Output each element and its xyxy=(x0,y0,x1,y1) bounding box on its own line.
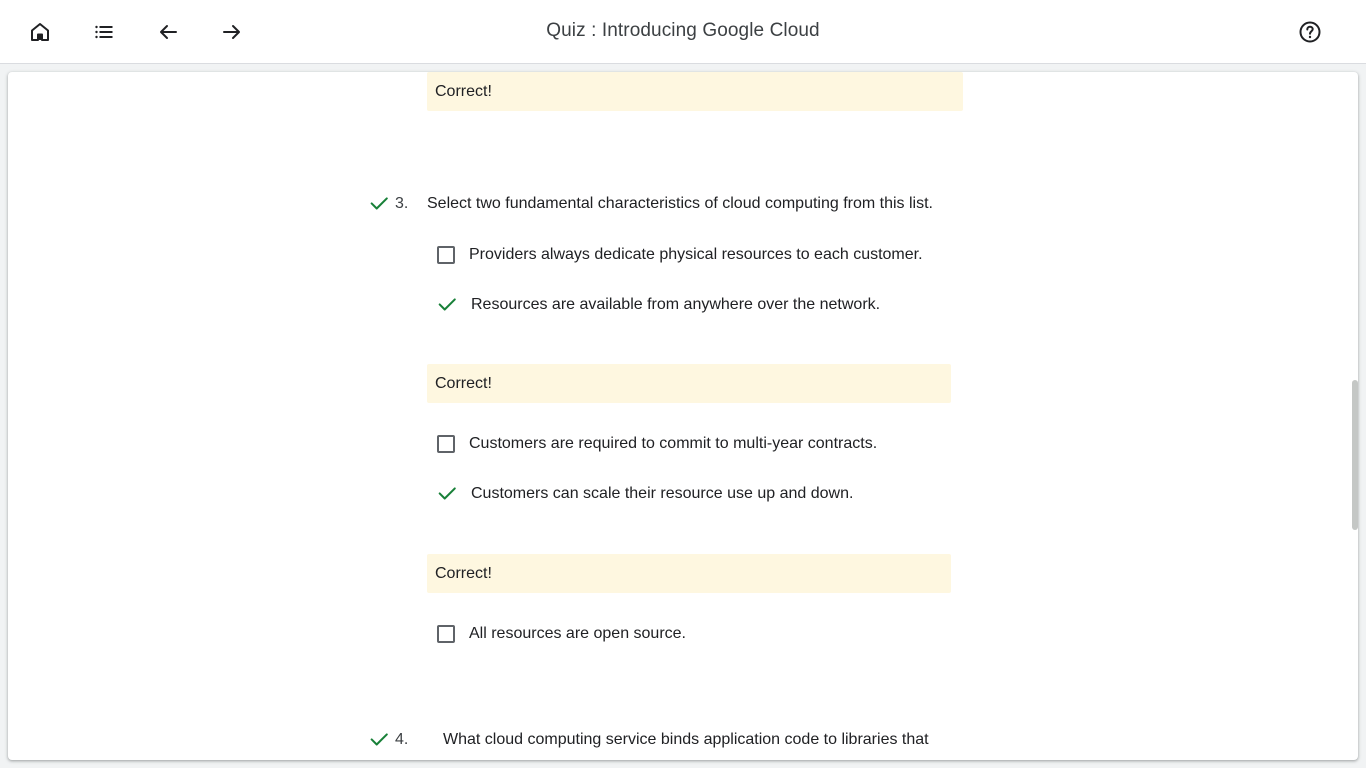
top-app-bar: Quiz : Introducing Google Cloud xyxy=(0,0,1366,64)
selected-check-icon[interactable] xyxy=(436,482,458,504)
question-number: 4. xyxy=(395,731,409,748)
feedback-banner: Correct! xyxy=(427,72,963,111)
correct-check-icon xyxy=(370,733,388,746)
correct-check-icon xyxy=(370,197,388,210)
option-label[interactable]: Providers always dedicate physical resou… xyxy=(469,246,923,264)
page-title: Quiz : Introducing Google Cloud xyxy=(546,20,820,41)
question-text: What cloud computing service binds appli… xyxy=(443,731,929,748)
option-checkbox[interactable] xyxy=(437,246,455,264)
feedback-banner: Correct! xyxy=(427,364,951,403)
help-icon xyxy=(1299,21,1321,43)
help-button[interactable] xyxy=(1294,16,1326,48)
feedback-banner: Correct! xyxy=(427,554,951,593)
option-checkbox[interactable] xyxy=(437,625,455,643)
scrollbar-thumb[interactable] xyxy=(1352,380,1358,530)
option-label[interactable]: Customers are required to commit to mult… xyxy=(469,435,877,453)
quiz-content: Correct! 3. Select two fundamental chara… xyxy=(8,72,1358,760)
question-text: Select two fundamental characteristics o… xyxy=(427,195,933,212)
option-label[interactable]: All resources are open source. xyxy=(469,625,686,643)
option-checkbox[interactable] xyxy=(437,435,455,453)
option-label[interactable]: Resources are available from anywhere ov… xyxy=(471,296,880,314)
question-number: 3. xyxy=(395,195,409,212)
option-label[interactable]: Customers can scale their resource use u… xyxy=(471,485,853,503)
selected-check-icon[interactable] xyxy=(436,293,458,315)
